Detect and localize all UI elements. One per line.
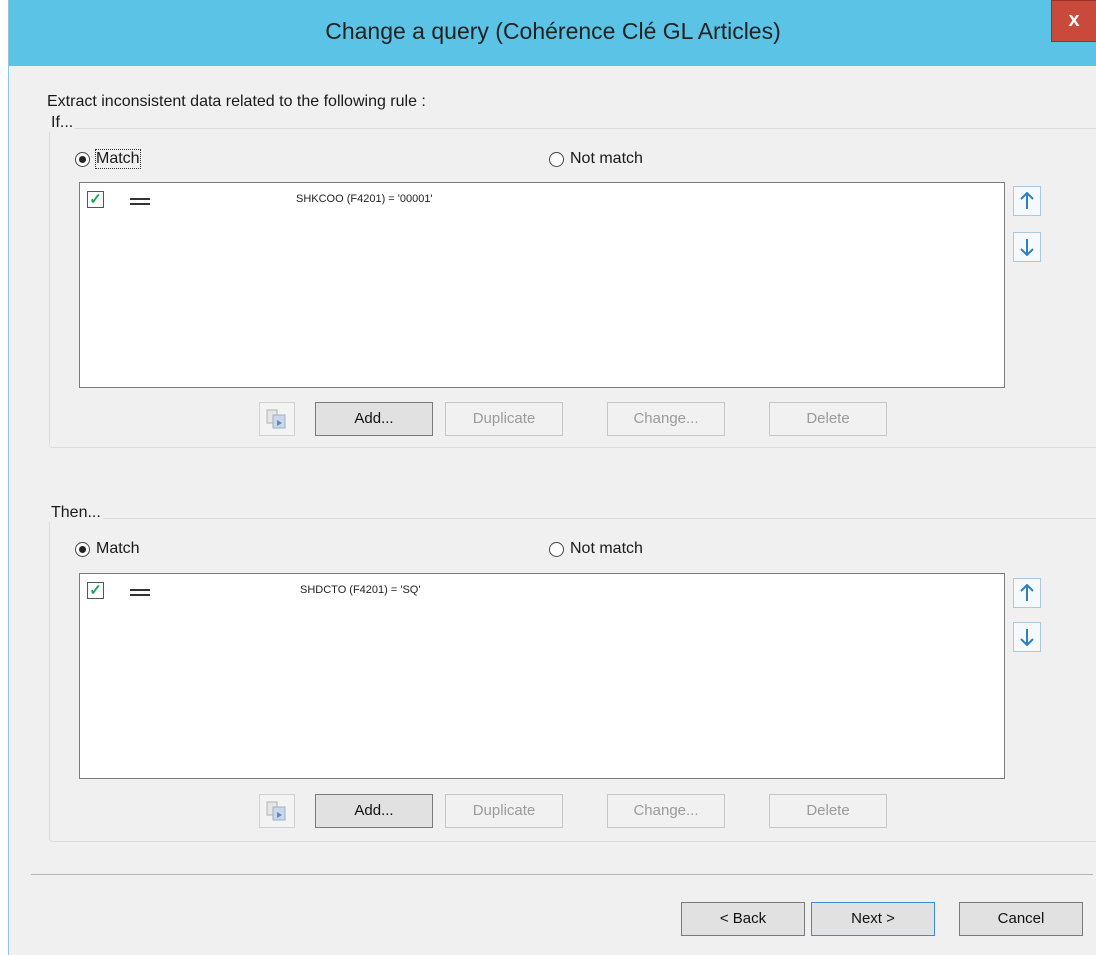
then-not-match-label: Not match [570, 540, 643, 557]
then-conditions-list[interactable]: ✓ SHDCTO (F4201) = 'SQ' [79, 573, 1005, 779]
radio-selected-icon [75, 151, 90, 167]
equals-icon [130, 198, 150, 205]
then-change-button[interactable]: Change... [607, 794, 725, 828]
if-move-down-button[interactable] [1013, 232, 1041, 262]
then-delete-button[interactable]: Delete [769, 794, 887, 828]
intro-text: Extract inconsistent data related to the… [47, 93, 426, 110]
dialog-window: Change a query (Cohérence Clé GL Article… [8, 0, 1096, 955]
if-duplicate-button[interactable]: Duplicate [445, 402, 563, 436]
arrow-up-icon [1020, 192, 1034, 209]
condition-checkbox[interactable]: ✓ [87, 582, 104, 599]
arrow-down-icon [1020, 629, 1034, 646]
if-delete-button[interactable]: Delete [769, 402, 887, 436]
equals-icon [130, 589, 150, 596]
condition-text: SHDCTO (F4201) = 'SQ' [300, 584, 421, 596]
if-conditions-list[interactable]: ✓ SHKCOO (F4201) = '00001' [79, 182, 1005, 388]
arrow-up-icon [1020, 584, 1034, 601]
list-item[interactable]: ✓ SHKCOO (F4201) = '00001' [84, 189, 994, 211]
if-move-up-button[interactable] [1013, 186, 1041, 216]
back-button[interactable]: < Back [681, 902, 805, 936]
if-match-radio[interactable]: Match [75, 149, 141, 169]
arrow-down-icon [1020, 239, 1034, 256]
then-import-button[interactable] [259, 794, 295, 828]
then-add-button[interactable]: Add... [315, 794, 433, 828]
condition-checkbox[interactable]: ✓ [87, 191, 104, 208]
if-not-match-label: Not match [570, 150, 643, 167]
radio-selected-icon [75, 541, 90, 557]
then-not-match-radio[interactable]: Not match [549, 540, 643, 558]
list-item[interactable]: ✓ SHDCTO (F4201) = 'SQ' [84, 580, 994, 602]
import-icon [266, 409, 286, 429]
if-add-button[interactable]: Add... [315, 402, 433, 436]
if-match-label: Match [95, 149, 141, 169]
import-icon [266, 801, 286, 821]
if-import-button[interactable] [259, 402, 295, 436]
then-move-down-button[interactable] [1013, 622, 1041, 652]
then-duplicate-button[interactable]: Duplicate [445, 794, 563, 828]
if-change-button[interactable]: Change... [607, 402, 725, 436]
condition-text: SHKCOO (F4201) = '00001' [296, 193, 433, 205]
window-title: Change a query (Cohérence Clé GL Article… [325, 18, 781, 44]
then-move-up-button[interactable] [1013, 578, 1041, 608]
footer-separator [31, 874, 1093, 875]
then-group-label: Then... [49, 504, 103, 522]
cancel-button[interactable]: Cancel [959, 902, 1083, 936]
if-not-match-radio[interactable]: Not match [549, 150, 643, 168]
radio-unselected-icon [549, 541, 564, 557]
next-button[interactable]: Next > [811, 902, 935, 936]
radio-unselected-icon [549, 151, 564, 167]
then-match-label: Match [96, 540, 140, 557]
title-bar[interactable]: Change a query (Cohérence Clé GL Article… [9, 0, 1096, 66]
if-group-label: If... [49, 114, 76, 132]
close-button[interactable]: x [1051, 0, 1096, 42]
then-match-radio[interactable]: Match [75, 540, 140, 558]
